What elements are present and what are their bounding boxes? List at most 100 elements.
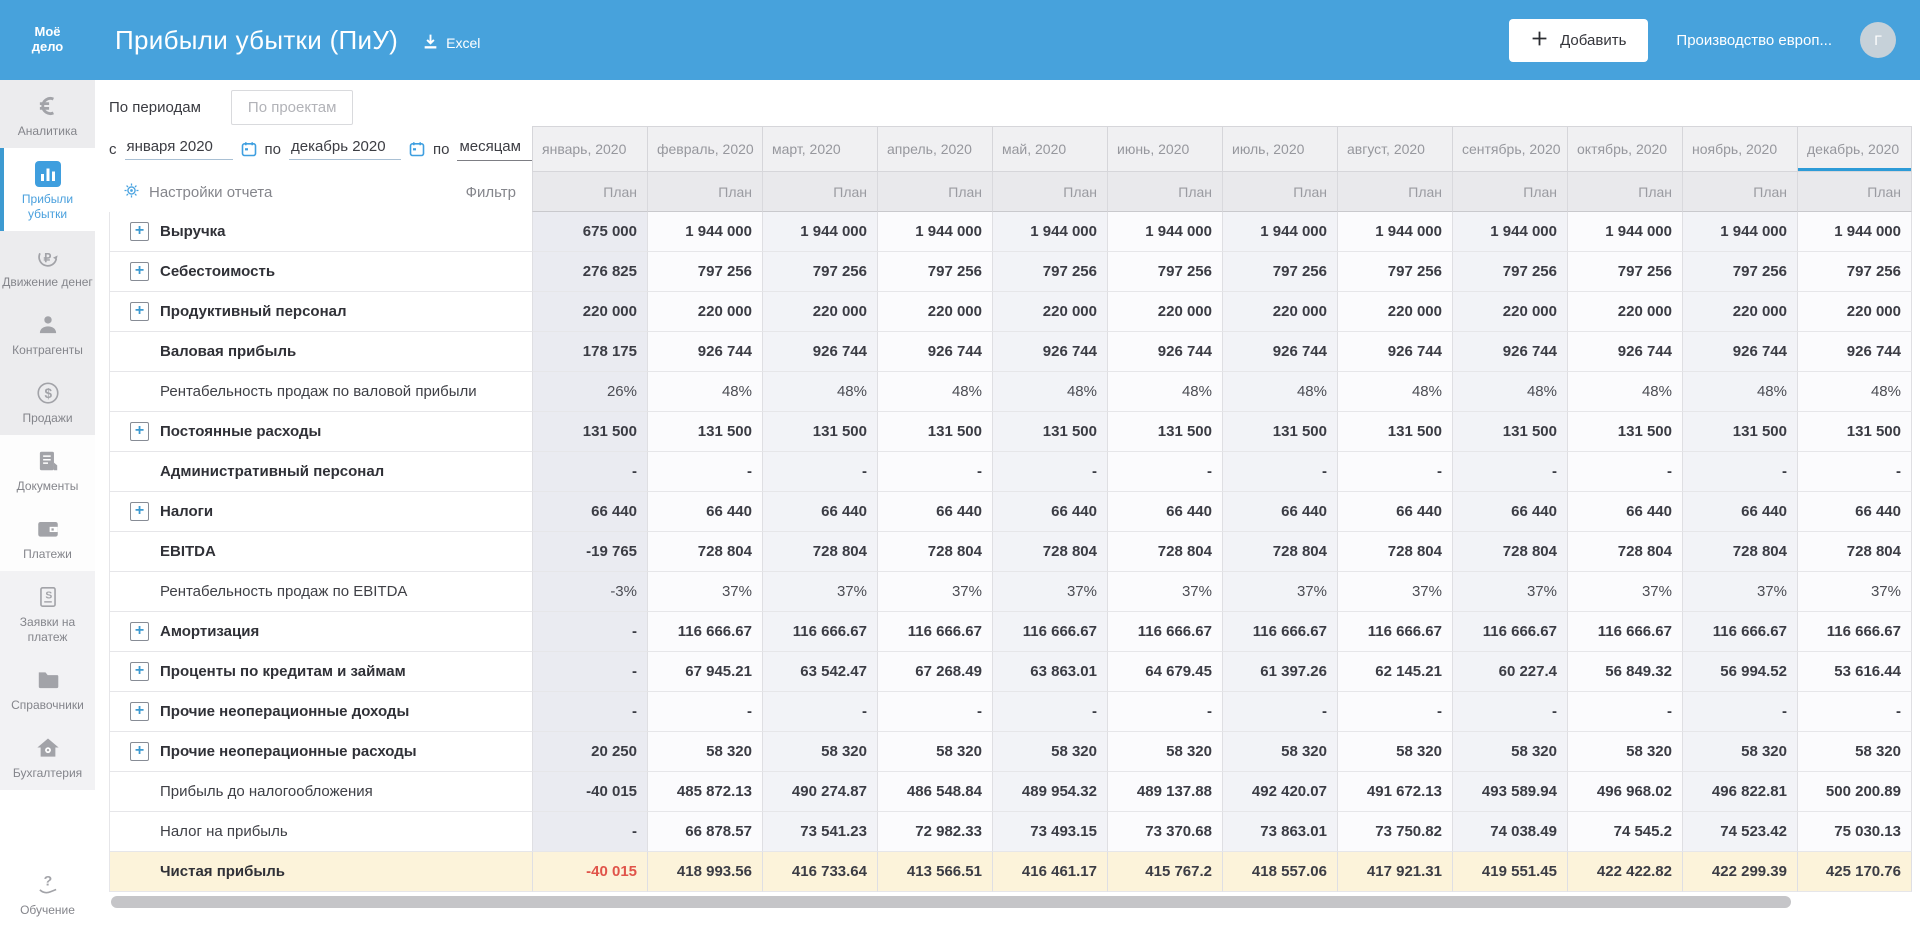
sidebar-item-education[interactable]: ?Обучение xyxy=(0,859,95,936)
value-cell: 37% xyxy=(1567,572,1682,612)
payments-icon xyxy=(2,514,93,544)
plan-subheader: План xyxy=(532,172,647,212)
value-cell: 1 944 000 xyxy=(762,212,877,252)
sidebar-item-cashflow[interactable]: ₽Движение денег xyxy=(0,231,95,299)
month-header[interactable]: апрель, 2020 xyxy=(877,126,992,172)
value-cell: - xyxy=(1797,692,1912,732)
table-row: +Постоянные расходы131 500131 500131 500… xyxy=(109,412,1912,452)
company-selector[interactable]: Производство европ... xyxy=(1676,32,1832,49)
row-label: Амортизация xyxy=(160,623,259,640)
add-button[interactable]: Добавить xyxy=(1509,19,1648,62)
month-header[interactable]: декабрь, 2020 xyxy=(1797,126,1912,172)
row-label: Прибыль до налогообложения xyxy=(160,783,373,800)
value-cell: 116 666.67 xyxy=(762,612,877,652)
month-header[interactable]: январь, 2020 xyxy=(532,126,647,172)
period-from-input[interactable]: января 2020 xyxy=(125,138,233,160)
value-cell: 419 551.45 xyxy=(1452,852,1567,892)
sidebar-item-directories[interactable]: Справочники xyxy=(0,654,95,722)
row-label: Проценты по кредитам и займам xyxy=(160,663,406,680)
row-label: Рентабельность продаж по EBITDA xyxy=(160,583,407,600)
month-header[interactable]: июнь, 2020 xyxy=(1107,126,1222,172)
sidebar-item-documents[interactable]: Документы xyxy=(0,435,95,503)
expand-row-button[interactable]: + xyxy=(130,422,149,441)
period-to-input[interactable]: декабрь 2020 xyxy=(289,138,401,160)
value-cell: 489 954.32 xyxy=(992,772,1107,812)
expand-row-button[interactable]: + xyxy=(130,222,149,241)
value-cell: - xyxy=(532,812,647,852)
table-row: Валовая прибыль178 175926 744926 744926 … xyxy=(109,332,1912,372)
page-title: Прибыли убытки (ПиУ) xyxy=(115,25,398,56)
value-cell: 220 000 xyxy=(1107,292,1222,332)
app-logo[interactable]: Моё дело xyxy=(0,25,95,55)
expand-row-button[interactable]: + xyxy=(130,302,149,321)
value-cell: 73 541.23 xyxy=(762,812,877,852)
horizontal-scrollbar[interactable] xyxy=(111,896,1791,908)
sidebar-item-accounting[interactable]: Бухгалтерия xyxy=(0,722,95,790)
value-cell: 116 666.67 xyxy=(1452,612,1567,652)
sidebar-item-label: Движение денег xyxy=(2,275,93,290)
value-cell: 66 440 xyxy=(1682,492,1797,532)
value-cell: 416 461.17 xyxy=(992,852,1107,892)
value-cell: 926 744 xyxy=(1567,332,1682,372)
calendar-from-icon[interactable] xyxy=(241,141,257,157)
row-label-cell: Прибыль до налогообложения xyxy=(109,772,532,812)
value-cell: 220 000 xyxy=(1567,292,1682,332)
sidebar-item-label: Контрагенты xyxy=(2,343,93,358)
value-cell: 66 440 xyxy=(1337,492,1452,532)
table-row: +Прочие неоперационные расходы20 25058 3… xyxy=(109,732,1912,772)
value-cell: 496 968.02 xyxy=(1567,772,1682,812)
value-cell: 37% xyxy=(877,572,992,612)
value-cell: 131 500 xyxy=(532,412,647,452)
excel-export-link[interactable]: Excel xyxy=(422,33,480,53)
value-cell: 797 256 xyxy=(647,252,762,292)
expand-row-button[interactable]: + xyxy=(130,622,149,641)
row-label: EBITDA xyxy=(160,543,216,560)
value-cell: 58 320 xyxy=(992,732,1107,772)
value-cell: 418 993.56 xyxy=(647,852,762,892)
value-cell: 926 744 xyxy=(1222,332,1337,372)
month-header[interactable]: октябрь, 2020 xyxy=(1567,126,1682,172)
expand-row-button[interactable]: + xyxy=(130,742,149,761)
month-header[interactable]: июль, 2020 xyxy=(1222,126,1337,172)
calendar-to-icon[interactable] xyxy=(409,141,425,157)
value-cell: -3% xyxy=(532,572,647,612)
value-cell: 63 863.01 xyxy=(992,652,1107,692)
sidebar-item-contractors[interactable]: Контрагенты xyxy=(0,299,95,367)
value-cell: 37% xyxy=(992,572,1107,612)
value-cell: - xyxy=(1452,692,1567,732)
value-cell: 48% xyxy=(1107,372,1222,412)
report-settings-link[interactable]: Настройки отчета xyxy=(149,184,272,201)
value-cell: 53 616.44 xyxy=(1797,652,1912,692)
month-header[interactable]: май, 2020 xyxy=(992,126,1107,172)
value-cell: 728 804 xyxy=(1337,532,1452,572)
row-label-cell: +Выручка xyxy=(109,212,532,252)
app-header: Моё дело Прибыли убытки (ПиУ) Excel Доба… xyxy=(0,0,1920,80)
expand-row-button[interactable]: + xyxy=(130,702,149,721)
plan-subheader: План xyxy=(1452,172,1567,212)
table-row: +Проценты по кредитам и займам-67 945.21… xyxy=(109,652,1912,692)
tab-by-projects[interactable]: По проектам xyxy=(231,90,354,125)
sidebar-item-payment-request[interactable]: SЗаявки на платеж xyxy=(0,571,95,654)
expand-row-button[interactable]: + xyxy=(130,262,149,281)
sidebar-item-sales[interactable]: $Продажи xyxy=(0,367,95,435)
expand-row-button[interactable]: + xyxy=(130,662,149,681)
avatar[interactable]: Г xyxy=(1860,22,1896,58)
plan-subheader: План xyxy=(1107,172,1222,212)
month-header[interactable]: ноябрь, 2020 xyxy=(1682,126,1797,172)
value-cell: 425 170.76 xyxy=(1797,852,1912,892)
plan-subheader: План xyxy=(1567,172,1682,212)
value-cell: - xyxy=(532,652,647,692)
sidebar-item-profit-loss[interactable]: Прибыли убытки xyxy=(0,148,95,231)
value-cell: 116 666.67 xyxy=(877,612,992,652)
expand-row-button[interactable]: + xyxy=(130,502,149,521)
tab-by-periods[interactable]: По периодам xyxy=(109,91,217,124)
month-header[interactable]: февраль, 2020 xyxy=(647,126,762,172)
month-header[interactable]: сентябрь, 2020 xyxy=(1452,126,1567,172)
value-cell: 220 000 xyxy=(762,292,877,332)
sidebar-item-analytics[interactable]: Аналитика xyxy=(0,80,95,148)
month-header[interactable]: март, 2020 xyxy=(762,126,877,172)
month-header[interactable]: август, 2020 xyxy=(1337,126,1452,172)
sidebar-item-payments[interactable]: Платежи xyxy=(0,503,95,571)
filter-link[interactable]: Фильтр xyxy=(466,184,532,201)
table-row: EBITDA-19 765728 804728 804728 804728 80… xyxy=(109,532,1912,572)
